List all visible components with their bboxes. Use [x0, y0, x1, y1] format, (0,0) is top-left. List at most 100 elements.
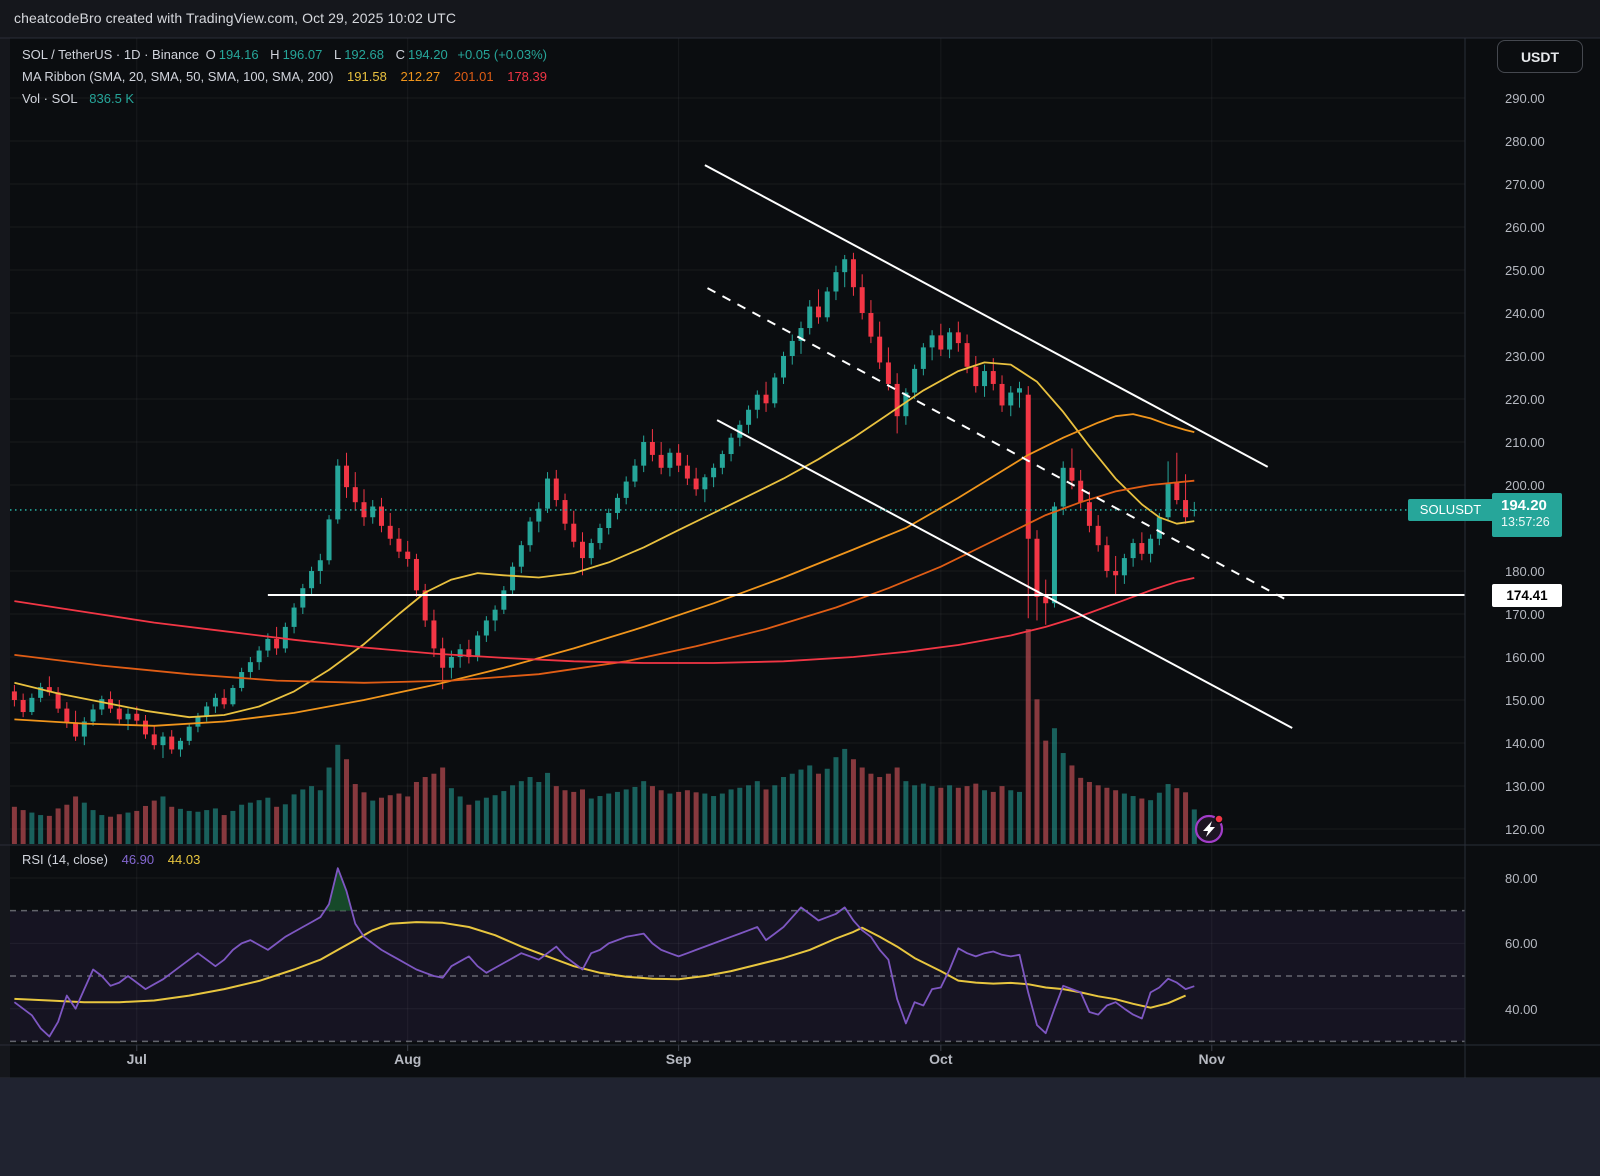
volume-bar [440, 768, 445, 844]
candle-body [694, 479, 699, 490]
candle-body [204, 706, 209, 716]
candle-body [886, 362, 891, 384]
candle-body [143, 721, 148, 735]
volume-bar [396, 794, 401, 844]
candle-body [1000, 384, 1005, 406]
volume-bar [152, 801, 157, 844]
symbol-price-line-tag[interactable]: SOLUSDT [1408, 499, 1493, 521]
candle-body [449, 657, 454, 668]
volume-bar [528, 777, 533, 844]
price-tick-label: 260.00 [1505, 220, 1545, 235]
volume-bar [493, 795, 498, 844]
ma-ribbon-legend-row[interactable]: MA Ribbon (SMA, 20, SMA, 50, SMA, 100, S… [22, 69, 550, 84]
candle-body [676, 453, 681, 466]
rsi-ma-value: 44.03 [168, 852, 201, 867]
rsi-label[interactable]: RSI (14, close) [22, 852, 108, 867]
volume-bar [1122, 794, 1127, 844]
volume-label[interactable]: Vol · SOL [22, 91, 78, 106]
volume-bar [781, 777, 786, 844]
volume-bar [1096, 785, 1101, 844]
price-tick-label: 130.00 [1505, 779, 1545, 794]
last-price: 194.20 [1501, 497, 1562, 514]
volume-bar [423, 777, 428, 844]
volume-bar [143, 806, 148, 844]
volume-bar [825, 769, 830, 844]
month-tick-label-oct[interactable]: Oct [929, 1051, 952, 1067]
volume-legend-row[interactable]: Vol · SOL 836.5 K [22, 91, 137, 106]
volume-bar [833, 757, 838, 844]
volume-bar [12, 807, 17, 844]
candle-body [729, 438, 734, 454]
rsi-value: 46.90 [122, 852, 155, 867]
volume-bar [991, 792, 996, 844]
volume-bar [554, 786, 559, 844]
close-value: 194.20 [408, 47, 448, 62]
bar-countdown: 13:57:26 [1501, 515, 1562, 529]
candle-body [982, 371, 987, 386]
volume-bar [1017, 792, 1022, 844]
price-tick-label: 240.00 [1505, 306, 1545, 321]
candle-body [816, 307, 821, 318]
rsi-legend-row[interactable]: RSI (14, close) 46.90 44.03 [22, 852, 203, 867]
candle-body [187, 727, 192, 741]
candle-body [73, 722, 78, 736]
price-tick-label: 170.00 [1505, 607, 1545, 622]
volume-bar [362, 792, 367, 844]
volume-bar [1139, 799, 1144, 844]
volume-bar [764, 789, 769, 844]
candle-body [1157, 517, 1162, 539]
volume-bar [1131, 796, 1136, 844]
volume-bar [283, 804, 288, 844]
candle-body [1034, 539, 1039, 597]
volume-bar [414, 782, 419, 844]
volume-bar [388, 795, 393, 844]
volume-bar [921, 784, 926, 844]
volume-bar [615, 792, 620, 844]
volume-bar [1078, 778, 1083, 844]
month-tick-label-jul[interactable]: Jul [127, 1051, 147, 1067]
volume-bar [659, 790, 664, 844]
candle-body [1008, 393, 1013, 406]
candle-body [300, 588, 305, 607]
candle-body [1131, 543, 1136, 558]
volume-bar [1166, 784, 1171, 844]
ma-ribbon-label[interactable]: MA Ribbon (SMA, 20, SMA, 50, SMA, 100, S… [22, 69, 333, 84]
level-axis-tag[interactable]: 174.41 [1492, 584, 1562, 607]
candle-body [755, 395, 760, 410]
candle-body [230, 688, 235, 704]
volume-bar [300, 789, 305, 844]
volume-bar [1183, 792, 1188, 844]
candle-body [965, 343, 970, 367]
month-tick-label-nov[interactable]: Nov [1199, 1051, 1225, 1067]
bottom-toolbar-strip: TradingView [0, 1078, 1600, 1176]
volume-bar [842, 749, 847, 844]
currency-toggle-button[interactable]: USDT [1497, 40, 1583, 73]
flash-marker-icon [1196, 815, 1223, 842]
candle-body [702, 477, 707, 489]
volume-bar [807, 765, 812, 844]
candle-body [772, 378, 777, 404]
candle-body [353, 487, 358, 502]
candle-body [292, 608, 297, 627]
symbol-legend-row[interactable]: SOL / TetherUS · 1D · Binance O194.16 H1… [22, 47, 550, 62]
candle-body [265, 639, 270, 651]
volume-bar [580, 789, 585, 844]
volume-bar [816, 774, 821, 844]
symbol-title[interactable]: SOL / TetherUS · 1D · Binance [22, 47, 199, 62]
candle-body [860, 287, 865, 313]
candle-body [1104, 545, 1109, 571]
volume-bar [1148, 800, 1153, 844]
candle-body [606, 513, 611, 528]
month-tick-label-sep[interactable]: Sep [666, 1051, 692, 1067]
price-tick-label: 210.00 [1505, 435, 1545, 450]
candle-body [1166, 483, 1171, 517]
volume-bar [29, 813, 34, 844]
last-price-axis-tag[interactable]: 194.20 13:57:26 [1492, 493, 1562, 537]
candle-body [842, 259, 847, 272]
candle-body [99, 699, 104, 709]
candle-body [195, 716, 200, 726]
month-tick-label-aug[interactable]: Aug [394, 1051, 421, 1067]
price-tick-label: 160.00 [1505, 650, 1545, 665]
candle-body [650, 442, 655, 455]
volume-bar [117, 814, 122, 844]
